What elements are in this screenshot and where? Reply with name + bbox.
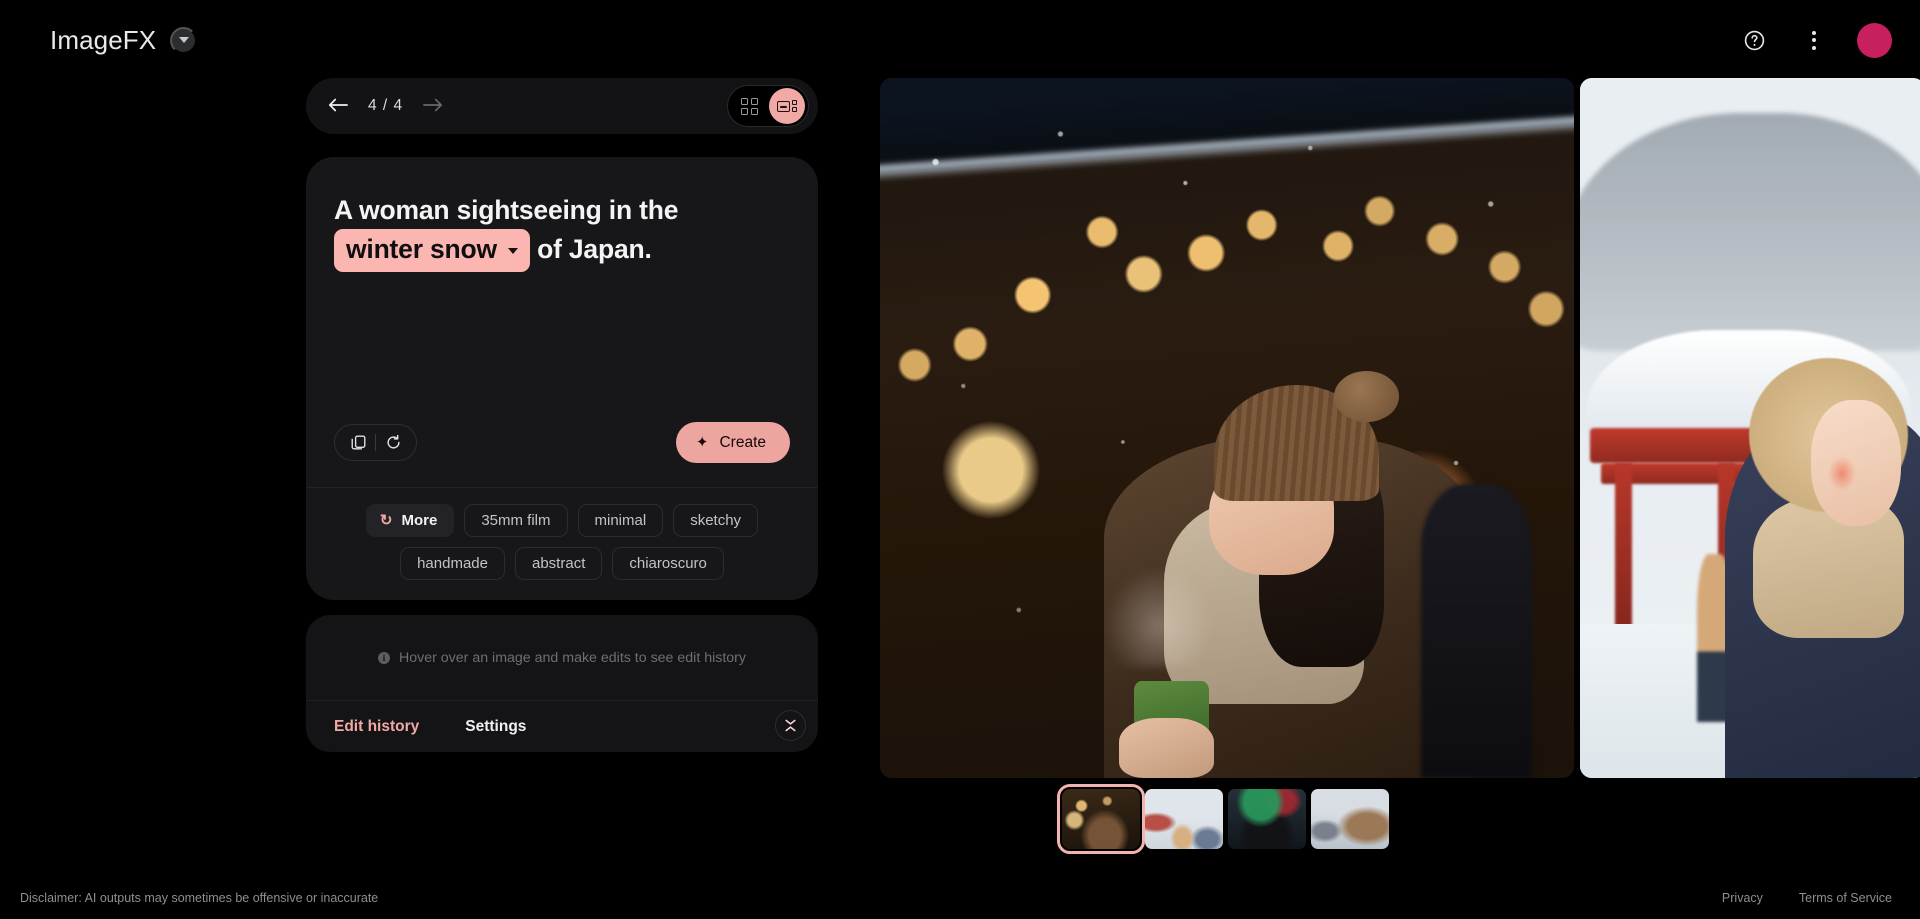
chevron-down-icon bbox=[507, 247, 518, 254]
prompt-text-before: A woman sightseeing in the bbox=[334, 195, 679, 225]
privacy-link[interactable]: Privacy bbox=[1722, 891, 1763, 905]
tab-settings[interactable]: Settings bbox=[465, 718, 526, 736]
collapse-chevrons-icon bbox=[785, 719, 796, 732]
help-circle-icon bbox=[1744, 30, 1764, 50]
grid-view-icon bbox=[740, 97, 758, 115]
info-icon: i bbox=[378, 651, 390, 664]
subject-scarf-beige bbox=[1752, 498, 1905, 638]
subject-hands bbox=[1119, 717, 1215, 778]
collapse-panel-button[interactable] bbox=[775, 710, 806, 741]
prompt-actions: ✦ Create bbox=[306, 422, 818, 487]
prompt-editor[interactable]: A woman sightseeing in the winter snow o… bbox=[306, 157, 818, 422]
detail-view-icon bbox=[776, 99, 798, 113]
subject-blush bbox=[1828, 456, 1856, 491]
cup-steam bbox=[1104, 565, 1215, 668]
image-stage: A woman in a brown knit beanie holding a… bbox=[880, 78, 1920, 778]
refresh-icon: ↻ bbox=[379, 512, 393, 529]
create-button-label: Create bbox=[719, 433, 766, 451]
arrow-left-icon bbox=[328, 98, 348, 111]
style-chip-4[interactable]: abstract bbox=[515, 547, 603, 580]
help-button[interactable] bbox=[1737, 23, 1771, 57]
view-mode-toggle bbox=[727, 85, 809, 127]
style-chip-0[interactable]: 35mm film bbox=[464, 504, 568, 537]
style-chip-3[interactable]: handmade bbox=[400, 547, 505, 580]
more-styles-label: More bbox=[401, 512, 438, 529]
chevron-down-icon bbox=[178, 37, 189, 43]
previous-generation-button[interactable] bbox=[326, 94, 350, 119]
sparkle-icon: ✦ bbox=[695, 434, 709, 451]
thumbnail-3[interactable] bbox=[1311, 789, 1389, 849]
next-generation-button[interactable] bbox=[421, 94, 445, 119]
imagefx-app: ImageFX 4 / 4 A woman sightseeing in the… bbox=[0, 0, 1920, 919]
generation-counter: 4 / 4 bbox=[368, 97, 404, 114]
more-options-button[interactable] bbox=[1797, 23, 1831, 57]
create-button[interactable]: ✦ Create bbox=[675, 422, 790, 463]
style-chip-1[interactable]: minimal bbox=[577, 504, 664, 537]
style-suggestions: ↻ More 35mm film minimal sketchy handmad… bbox=[306, 487, 818, 600]
reset-prompt-button[interactable] bbox=[376, 426, 410, 460]
grid-view-button[interactable] bbox=[731, 88, 767, 124]
thumbnail-0[interactable] bbox=[1057, 784, 1145, 854]
prompt-keyword-label: winter snow bbox=[346, 233, 497, 264]
prompt-text: A woman sightseeing in the winter snow o… bbox=[334, 193, 790, 272]
copy-icon bbox=[351, 435, 365, 450]
arrow-right-icon bbox=[423, 98, 443, 111]
beanie-pompom bbox=[1334, 371, 1400, 423]
main-image[interactable]: A woman in a brown knit beanie holding a… bbox=[880, 78, 1574, 778]
history-tabs: Edit history Settings bbox=[306, 700, 818, 752]
subject-face bbox=[1811, 400, 1901, 526]
detail-view-button[interactable] bbox=[769, 88, 805, 124]
torii-top-beam bbox=[1590, 428, 1770, 463]
top-bar-actions bbox=[1737, 22, 1892, 58]
avatar[interactable] bbox=[1857, 22, 1892, 58]
tab-edit-history[interactable]: Edit history bbox=[334, 718, 419, 736]
prompt-card: A woman sightseeing in the winter snow o… bbox=[306, 157, 818, 600]
thumbnail-2[interactable] bbox=[1228, 789, 1306, 849]
thumbnail-strip bbox=[1057, 784, 1389, 854]
generation-nav-bar: 4 / 4 bbox=[306, 78, 818, 134]
next-image-art bbox=[1580, 78, 1920, 778]
app-title: ImageFX bbox=[50, 24, 157, 55]
app-switcher-button[interactable] bbox=[170, 26, 198, 54]
left-panel: 4 / 4 A woman sightseeing in the winter … bbox=[306, 78, 818, 752]
brand: ImageFX bbox=[50, 24, 198, 56]
main-image-art bbox=[880, 78, 1574, 778]
next-image-preview[interactable]: A woman in a navy fur-hooded parka with … bbox=[1580, 78, 1920, 778]
terms-link[interactable]: Terms of Service bbox=[1799, 891, 1892, 905]
edit-history-empty-text: Hover over an image and make edits to se… bbox=[399, 649, 746, 666]
edit-history-empty-state: i Hover over an image and make edits to … bbox=[306, 615, 818, 700]
prompt-text-after: of Japan. bbox=[537, 233, 652, 264]
top-bar: ImageFX bbox=[0, 0, 1920, 80]
style-chip-5[interactable]: chiaroscuro bbox=[612, 547, 724, 580]
refresh-icon bbox=[386, 434, 400, 449]
footer-disclaimer: Disclaimer: AI outputs may sometimes be … bbox=[20, 891, 379, 905]
prompt-tools bbox=[334, 424, 417, 461]
footer: Disclaimer: AI outputs may sometimes be … bbox=[0, 877, 1920, 919]
nav-controls: 4 / 4 bbox=[326, 94, 445, 119]
kebab-menu-icon bbox=[1812, 30, 1816, 50]
edit-history-card: i Hover over an image and make edits to … bbox=[306, 615, 818, 752]
copy-prompt-button[interactable] bbox=[341, 426, 375, 460]
thumbnail-1[interactable] bbox=[1145, 789, 1223, 849]
style-chip-2[interactable]: sketchy bbox=[673, 504, 759, 537]
prompt-keyword-chip[interactable]: winter snow bbox=[334, 228, 530, 272]
snowy-mountain bbox=[1580, 113, 1920, 351]
more-styles-button[interactable]: ↻ More bbox=[365, 504, 455, 537]
footer-links: Privacy Terms of Service bbox=[1722, 891, 1892, 905]
background-pedestrian bbox=[1421, 484, 1533, 778]
